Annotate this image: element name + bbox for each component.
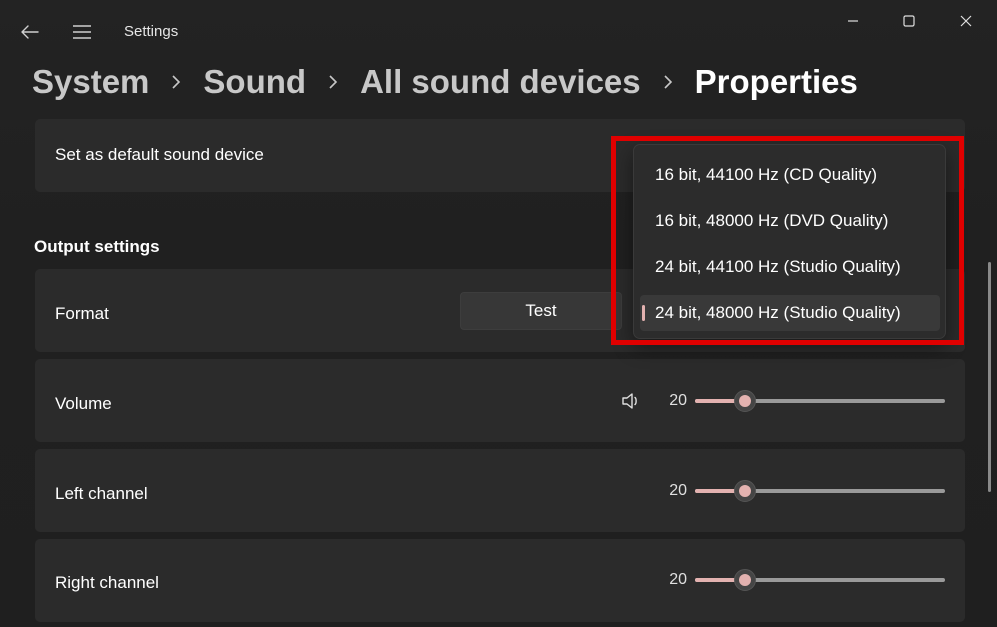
default-device-label: Set as default sound device bbox=[55, 145, 264, 164]
navigation-menu-button[interactable] bbox=[66, 16, 98, 48]
maximize-icon bbox=[903, 15, 915, 27]
volume-slider[interactable] bbox=[695, 386, 945, 416]
format-label: Format bbox=[55, 304, 109, 323]
volume-slider-group: 20 bbox=[621, 386, 945, 416]
right-channel-value: 20 bbox=[669, 571, 687, 588]
back-button[interactable] bbox=[14, 16, 46, 48]
speaker-icon[interactable] bbox=[621, 392, 641, 410]
breadcrumb-item-all-sound-devices[interactable]: All sound devices bbox=[360, 63, 641, 101]
right-channel-label: Right channel bbox=[55, 573, 159, 592]
close-button[interactable] bbox=[943, 8, 989, 34]
close-icon bbox=[960, 15, 972, 27]
slider-thumb[interactable] bbox=[734, 390, 756, 412]
left-channel-card: Left channel 20 bbox=[35, 449, 965, 532]
breadcrumb-item-system[interactable]: System bbox=[32, 63, 149, 101]
test-button[interactable]: Test bbox=[460, 292, 622, 330]
volume-card: Volume 20 bbox=[35, 359, 965, 442]
volume-value: 20 bbox=[669, 392, 687, 409]
chevron-right-icon bbox=[149, 62, 203, 102]
output-settings-title: Output settings bbox=[34, 237, 160, 256]
breadcrumb: System Sound All sound devices Propertie… bbox=[32, 58, 858, 106]
breadcrumb-item-sound[interactable]: Sound bbox=[203, 63, 306, 101]
chevron-right-icon bbox=[641, 62, 695, 102]
chevron-right-icon bbox=[306, 62, 360, 102]
title-bar: Settings bbox=[0, 0, 997, 52]
left-channel-slider-group: 20 bbox=[663, 476, 945, 506]
highlight-annotation-box bbox=[611, 136, 964, 345]
right-channel-card: Right channel 20 bbox=[35, 539, 965, 622]
left-channel-label: Left channel bbox=[55, 484, 148, 503]
left-channel-slider[interactable] bbox=[695, 476, 945, 506]
volume-label: Volume bbox=[55, 394, 112, 413]
right-channel-slider-group: 20 bbox=[663, 565, 945, 595]
maximize-button[interactable] bbox=[886, 8, 932, 34]
right-channel-slider[interactable] bbox=[695, 565, 945, 595]
app-title: Settings bbox=[124, 23, 179, 40]
minimize-button[interactable] bbox=[830, 8, 876, 34]
settings-window: Settings System Sound All sound devices bbox=[0, 0, 997, 627]
slider-thumb[interactable] bbox=[734, 569, 756, 591]
breadcrumb-item-properties: Properties bbox=[694, 63, 858, 100]
slider-thumb[interactable] bbox=[734, 480, 756, 502]
back-arrow-icon bbox=[21, 25, 39, 39]
left-channel-value: 20 bbox=[669, 482, 687, 499]
scrollbar[interactable] bbox=[988, 262, 991, 492]
hamburger-menu-icon bbox=[73, 25, 91, 39]
minimize-icon bbox=[848, 20, 858, 22]
